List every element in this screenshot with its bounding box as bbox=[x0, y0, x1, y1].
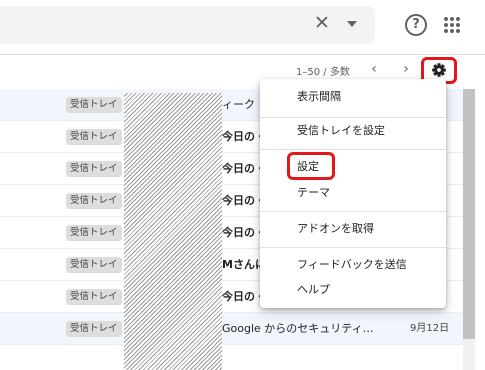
menu-divider bbox=[260, 211, 446, 212]
redacted-sender-column bbox=[124, 93, 222, 370]
inbox-label: 受信トレイ bbox=[66, 225, 122, 241]
inbox-label: 受信トレイ bbox=[66, 97, 122, 113]
next-page-button[interactable]: › bbox=[399, 60, 413, 78]
clear-search-button[interactable]: ✕ bbox=[311, 12, 333, 34]
menu-item-send-feedback[interactable]: フィードバックを送信 bbox=[260, 251, 446, 279]
grid-icon bbox=[444, 17, 460, 33]
help-button[interactable]: ? bbox=[405, 14, 427, 36]
caret-down-icon bbox=[347, 21, 357, 27]
menu-item-themes[interactable]: テーマ bbox=[260, 179, 446, 207]
inbox-label: 受信トレイ bbox=[66, 289, 122, 305]
menu-item-get-addons[interactable]: アドオンを取得 bbox=[260, 215, 446, 243]
inbox-label: 受信トレイ bbox=[66, 161, 122, 177]
settings-menu: 表示間隔 受信トレイを設定 設定 テーマ アドオンを取得 フィードバックを送信 … bbox=[260, 79, 446, 308]
header-divider bbox=[0, 54, 485, 55]
chevron-left-icon: ‹ bbox=[371, 61, 377, 77]
scrollbar-thumb[interactable] bbox=[463, 89, 475, 339]
inbox-label: 受信トレイ bbox=[66, 321, 122, 337]
inbox-label: 受信トレイ bbox=[66, 257, 122, 273]
apps-button[interactable] bbox=[443, 16, 461, 34]
search-options-button[interactable] bbox=[344, 12, 360, 34]
gear-icon bbox=[432, 63, 446, 77]
menu-divider bbox=[260, 247, 446, 248]
mail-row[interactable]: 受信トレイ Google からのセキュリティ… 9月12日 bbox=[0, 313, 463, 345]
mail-subject: ィーク bbox=[222, 98, 255, 111]
pagination-text: 1–50 / 多数 bbox=[296, 67, 350, 78]
previous-page-button[interactable]: ‹ bbox=[367, 60, 381, 78]
mail-date: 9月12日 bbox=[410, 323, 450, 334]
help-circle-icon: ? bbox=[412, 17, 420, 32]
close-icon: ✕ bbox=[314, 12, 330, 34]
inbox-label: 受信トレイ bbox=[66, 193, 122, 209]
menu-item-help[interactable]: ヘルプ bbox=[260, 276, 446, 304]
menu-item-display-density[interactable]: 表示間隔 bbox=[260, 83, 446, 111]
menu-item-configure-inbox[interactable]: 受信トレイを設定 bbox=[260, 117, 446, 145]
mail-subject: Google からのセキュリティ… bbox=[222, 322, 374, 335]
chevron-right-icon: › bbox=[403, 61, 409, 77]
settings-highlight-box bbox=[287, 152, 335, 180]
menu-divider bbox=[260, 149, 446, 150]
inbox-label: 受信トレイ bbox=[66, 129, 122, 145]
